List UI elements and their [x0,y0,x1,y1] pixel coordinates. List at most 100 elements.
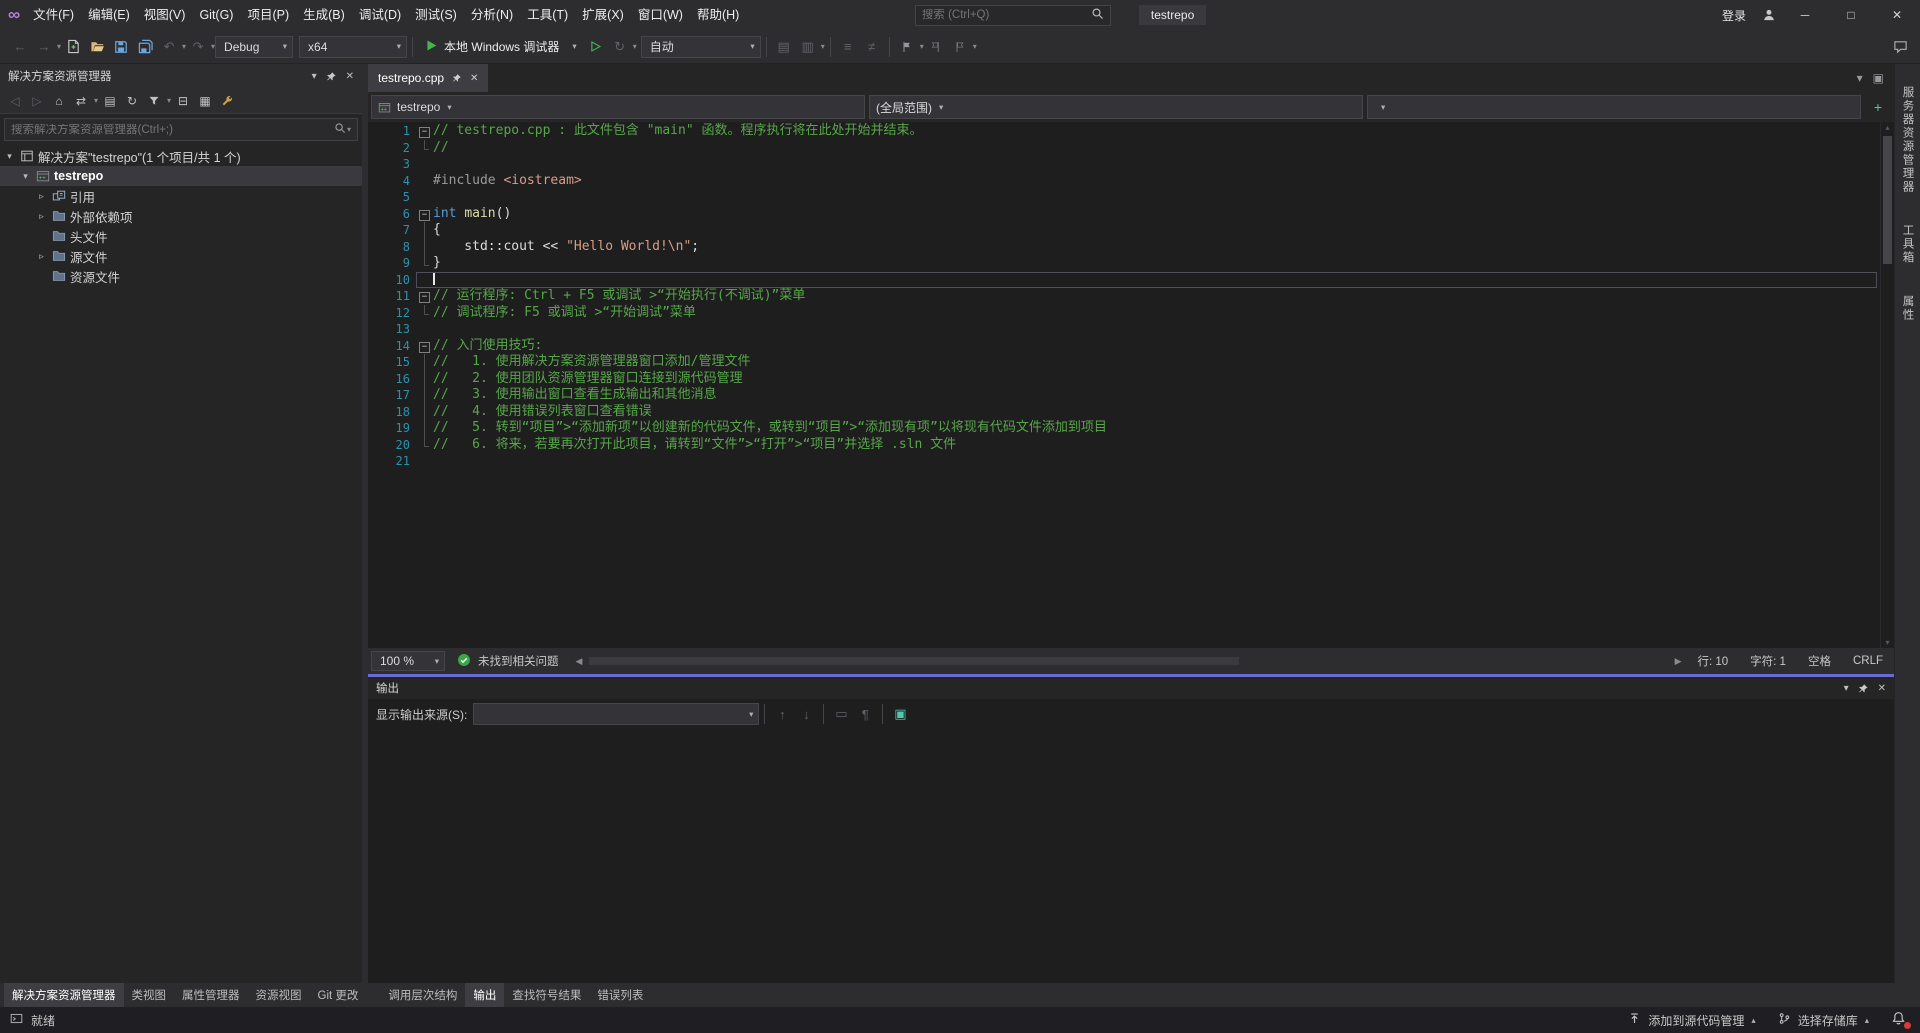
sign-in-link[interactable]: 登录 [1712,7,1756,24]
code-line-19[interactable]: 19// 5. 转到“项目”>“添加新项”以创建新的代码文件，或转到“项目”>“… [368,420,1880,437]
code-editor[interactable]: 1−// testrepo.cpp : 此文件包含 "main" 函数。程序执行… [368,122,1880,648]
se-back-icon[interactable]: ◁ [5,91,25,111]
code-line-13[interactable]: 13 [368,321,1880,338]
navigate-forward-icon[interactable]: → [32,35,56,59]
goto-next-message-icon[interactable]: ↓ [794,702,818,726]
clear-all-icon[interactable]: ▭ [829,702,853,726]
cursor-line-indicator[interactable]: 行: 10 [1686,653,1739,669]
tree-item-5[interactable]: ▹源文件 [0,246,362,266]
minimize-button[interactable]: ─ [1782,0,1828,30]
spaces-indicator[interactable]: 空格 [1797,653,1842,669]
fold-collapse-icon[interactable]: − [419,342,430,353]
start-without-debugging-icon[interactable] [584,35,608,59]
solution-platform-dropdown[interactable]: x64▾ [299,36,407,58]
tree-collapsed-arrow-icon[interactable]: ▹ [34,191,49,202]
scroll-right-icon[interactable]: ▶ [1670,656,1687,667]
bottom-dock-tab-1[interactable]: 输出 [465,983,504,1007]
close-panel-icon[interactable]: ✕ [1878,683,1886,694]
code-line-12[interactable]: 12// 调试程序: F5 或调试 >“开始调试”菜单 [368,305,1880,322]
autohide-tab-1[interactable]: 工具箱 [1900,224,1916,265]
eol-indicator[interactable]: CRLF [1842,655,1894,667]
bottom-dock-tab-3[interactable]: 错误列表 [589,983,651,1007]
code-line-11[interactable]: 11−// 运行程序: Ctrl + F5 或调试 >“开始执行(不调试)”菜单 [368,288,1880,305]
menu-item-10[interactable]: 扩展(X) [575,0,631,30]
code-line-20[interactable]: 20// 6. 将来，若要再次打开此项目，请转到“文件”>“打开”>“项目”并选… [368,437,1880,454]
tree-collapsed-arrow-icon[interactable]: ▹ [34,211,49,222]
user-avatar-icon[interactable] [1756,8,1782,22]
window-position-icon[interactable]: ▾ [1844,683,1849,694]
se-show-all-files-icon[interactable]: ▦ [195,91,215,111]
background-tasks-icon[interactable] [10,1012,23,1028]
previous-bookmark-icon[interactable] [924,35,948,59]
hot-reload-dropdown-icon[interactable]: ▾ [633,42,637,51]
maximize-button[interactable]: □ [1828,0,1874,30]
fold-collapse-icon[interactable]: − [419,210,430,221]
menu-item-1[interactable]: 编辑(E) [81,0,137,30]
code-line-4[interactable]: 4#include <iostream> [368,173,1880,190]
tree-item-4[interactable]: 头文件 [0,226,362,246]
se-refresh-icon[interactable]: ↻ [122,91,142,111]
left-dock-tab-1[interactable]: 类视图 [124,983,175,1007]
tree-item-6[interactable]: 资源文件 [0,266,362,286]
next-bookmark-icon[interactable] [948,35,972,59]
tree-item-1[interactable]: ▾++testrepo [0,166,362,186]
undo-icon[interactable]: ↶ [157,35,181,59]
code-line-3[interactable]: 3 [368,156,1880,173]
output-panel-header[interactable]: 输出 ▾ ✕ [368,677,1894,699]
word-wrap-icon[interactable]: ¶ [853,702,877,726]
tree-collapsed-arrow-icon[interactable]: ▹ [34,251,49,262]
start-debugging-button[interactable]: 本地 Windows 调试器 ▾ [418,38,584,55]
navigate-back-icon[interactable]: ← [8,35,32,59]
autohide-tab-0[interactable]: 服务器资源管理器 [1900,86,1916,194]
command-window-icon[interactable]: ▥ [796,35,820,59]
menu-item-4[interactable]: 项目(P) [240,0,296,30]
scrollbar-thumb[interactable] [589,657,1238,665]
se-sync-active-document-icon[interactable]: ▤ [100,91,120,111]
fold-collapse-icon[interactable]: − [419,127,430,138]
quick-search-box[interactable] [915,5,1111,26]
solution-configuration-dropdown[interactable]: Debug▾ [215,36,293,58]
nav-project-dropdown[interactable]: ++ testrepo▾ [371,95,865,119]
comment-selection-icon[interactable]: ≡ [836,35,860,59]
add-item-icon[interactable]: + [1865,95,1891,119]
active-files-dropdown-icon[interactable]: ▾ [1857,71,1863,85]
notifications-button[interactable] [1880,1007,1920,1033]
code-line-6[interactable]: 6−int main() [368,206,1880,223]
scrollbar-thumb[interactable] [1883,136,1892,264]
solution-explorer-header[interactable]: 解决方案资源管理器 ▾ ✕ [0,64,362,88]
redo-icon[interactable]: ↷ [186,35,210,59]
code-line-18[interactable]: 18// 4. 使用错误列表窗口查看错误 [368,404,1880,421]
new-project-icon[interactable] [61,35,85,59]
auto-attach-dropdown[interactable]: 自动▾ [641,36,761,58]
tree-item-3[interactable]: ▹外部依赖项 [0,206,362,226]
add-to-source-control-button[interactable]: 添加到源代码管理 ▴ [1617,1007,1766,1033]
send-feedback-icon[interactable] [1888,35,1912,59]
menu-item-0[interactable]: 文件(F) [26,0,81,30]
code-line-15[interactable]: 15// 1. 使用解决方案资源管理器窗口添加/管理文件 [368,354,1880,371]
tab-testrepo-cpp[interactable]: testrepo.cpp ✕ [368,64,488,92]
solution-search-input[interactable] [11,124,334,136]
uncomment-selection-icon[interactable]: ≠ [860,35,884,59]
tree-expanded-arrow-icon[interactable]: ▾ [2,151,17,162]
code-line-17[interactable]: 17// 3. 使用输出窗口查看生成输出和其他消息 [368,387,1880,404]
editor-options-icon[interactable]: ▣ [1873,71,1884,85]
se-properties-wrench-icon[interactable] [217,91,237,111]
toggle-autoscroll-icon[interactable]: ▣ [888,702,912,726]
quick-search-input[interactable] [922,9,1091,21]
menu-item-8[interactable]: 分析(N) [464,0,520,30]
scroll-left-icon[interactable]: ◀ [571,656,588,667]
code-line-21[interactable]: 21 [368,453,1880,470]
output-source-dropdown[interactable]: ▾ [473,703,759,725]
tree-item-2[interactable]: ▹引用 [0,186,362,206]
menu-item-9[interactable]: 工具(T) [520,0,575,30]
scroll-down-icon[interactable]: ▾ [1881,638,1894,647]
code-line-7[interactable]: 7{ [368,222,1880,239]
scroll-up-icon[interactable]: ▴ [1881,123,1894,132]
close-tab-icon[interactable]: ✕ [470,73,478,84]
left-dock-tab-3[interactable]: 资源视图 [248,983,310,1007]
menu-item-5[interactable]: 生成(B) [296,0,352,30]
pin-icon[interactable] [326,71,337,82]
nav-scope-dropdown[interactable]: (全局范围)▾ [869,95,1363,119]
se-forward-icon[interactable]: ▷ [27,91,47,111]
close-button[interactable]: ✕ [1874,0,1920,30]
